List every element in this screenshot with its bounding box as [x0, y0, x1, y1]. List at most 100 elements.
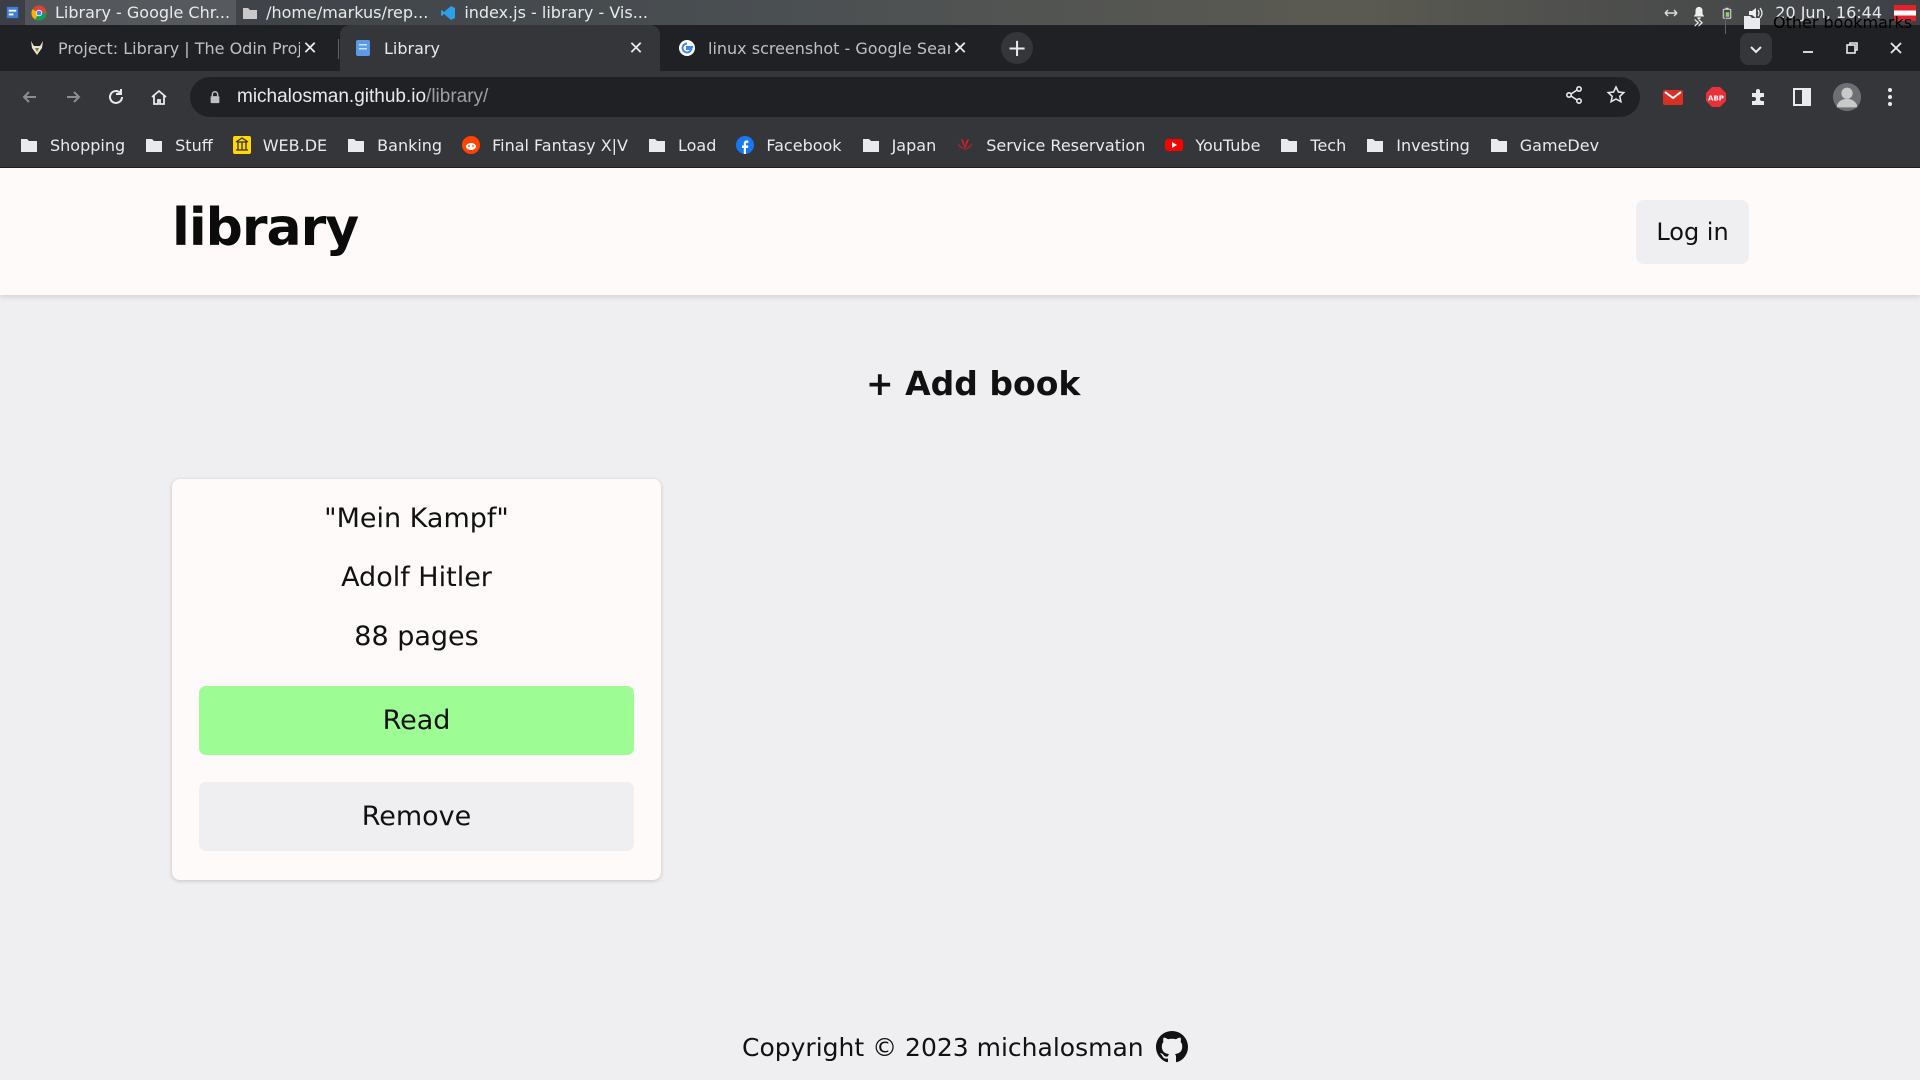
folder-icon — [145, 136, 163, 154]
bookmarks-bar: Shopping Stuff WEB.DE Banking Final Fantasy … — [0, 123, 1920, 168]
site-header: library Log in — [0, 168, 1920, 295]
bookmark-label: Banking — [377, 135, 443, 155]
book-title: "Mein Kampf" — [324, 503, 509, 534]
bookmark-load[interactable]: Load — [638, 129, 726, 161]
folder-icon — [20, 136, 38, 154]
bookmarks-divider — [1725, 12, 1726, 34]
browser-toolbar: michalosman.github.io/library/ ABP — [0, 71, 1920, 123]
chrome-menu-icon[interactable] — [1877, 84, 1903, 110]
bookmark-final-fantasy-x-v[interactable]: Final Fantasy X|V — [452, 129, 638, 161]
bookmark-label: Load — [678, 135, 717, 155]
folder-icon — [1280, 136, 1298, 154]
taskbar-task-chrome[interactable]: Library - Google Chr... — [25, 0, 237, 25]
bookmark-label: Japan — [891, 135, 937, 155]
bookmark-gamedev[interactable]: GameDev — [1480, 129, 1609, 161]
reddit-icon — [462, 136, 481, 154]
new-tab-button[interactable]: + — [1001, 32, 1033, 64]
restore-icon — [1846, 42, 1858, 54]
bookmark-label: Facebook — [766, 135, 842, 155]
remove-book-button[interactable]: Remove — [199, 782, 634, 851]
site-logo[interactable]: library — [172, 198, 359, 258]
other-bookmarks[interactable]: Other bookmarks — [1733, 6, 1920, 38]
minimize-icon — [1803, 51, 1813, 53]
back-button[interactable] — [12, 79, 48, 115]
site-footer: Copyright © 2023 michalosman — [742, 1030, 1188, 1064]
close-tab-icon[interactable]: ✕ — [300, 38, 320, 59]
copyright-text: Copyright © 2023 michalosman — [742, 1032, 1144, 1062]
share-icon[interactable] — [1564, 85, 1584, 109]
bookmark-label: Final Fantasy X|V — [492, 135, 628, 155]
app-launcher-icon[interactable] — [0, 0, 25, 25]
tab-separator — [338, 39, 339, 59]
gmail-extension-icon[interactable] — [1660, 84, 1686, 110]
folder-icon — [1366, 136, 1384, 154]
close-icon — [1890, 42, 1902, 54]
folder-icon — [347, 136, 365, 154]
bookmark-youtube[interactable]: YouTube — [1155, 129, 1270, 161]
huawei-icon — [956, 136, 974, 154]
taskbar-task-label: Library - Google Chr... — [55, 3, 231, 22]
book-card: "Mein Kampf" Adolf Hitler 88 pages Read … — [172, 479, 661, 880]
other-bookmarks-label: Other bookmarks — [1773, 12, 1913, 32]
arrow-right-icon — [67, 91, 81, 103]
tab-title: Project: Library | The Odin Proj — [58, 38, 300, 58]
address-bar[interactable]: michalosman.github.io/library/ — [190, 77, 1640, 117]
github-icon[interactable] — [1155, 1031, 1188, 1063]
bookmark-facebook[interactable]: Facebook — [726, 129, 851, 161]
bookmark-stuff[interactable]: Stuff — [135, 129, 223, 161]
tab-odin-project[interactable]: Project: Library | The Odin Proj ✕ — [14, 25, 334, 71]
lock-icon[interactable] — [207, 89, 223, 105]
add-book-button[interactable]: + Add book — [866, 364, 1080, 403]
folder-icon — [242, 5, 258, 21]
reload-button[interactable] — [98, 79, 134, 115]
close-tab-icon[interactable]: ✕ — [950, 38, 970, 59]
book-author: Adolf Hitler — [341, 562, 492, 593]
bookmark-tech[interactable]: Tech — [1270, 129, 1356, 161]
chevron-down-icon — [1750, 46, 1762, 54]
page-viewport: library Log in + Add book "Mein Kampf" A… — [0, 168, 1920, 1080]
os-taskbar: Library - Google Chr... /home/markus/rep… — [0, 0, 1920, 25]
home-button[interactable] — [141, 79, 177, 115]
forward-button[interactable] — [55, 79, 91, 115]
home-icon — [151, 89, 167, 105]
side-panel-icon[interactable] — [1789, 84, 1815, 110]
bookmark-label: YouTube — [1195, 135, 1261, 155]
taskbar-task-vscode[interactable]: index.js - library - Vis... — [434, 0, 654, 25]
bookmark-label: Investing — [1396, 135, 1470, 155]
vscode-icon — [440, 5, 456, 21]
bookmarks-overflow-button[interactable]: » — [1693, 0, 1704, 45]
bookmark-investing[interactable]: Investing — [1356, 129, 1480, 161]
close-tab-icon[interactable]: ✕ — [626, 38, 646, 59]
extensions-puzzle-icon[interactable] — [1746, 84, 1772, 110]
profile-avatar[interactable] — [1831, 81, 1863, 113]
taskbar-task-label: index.js - library - Vis... — [464, 3, 648, 22]
bookmark-banking[interactable]: Banking — [337, 129, 452, 161]
bookmark-japan[interactable]: Japan — [852, 129, 947, 161]
tab-google-search[interactable]: linux screenshot - Google Searc ✕ — [664, 25, 984, 71]
svg-text:ABP: ABP — [1708, 95, 1724, 103]
bookmark-web-de[interactable]: WEB.DE — [223, 129, 337, 161]
read-toggle-button[interactable]: Read — [199, 686, 634, 755]
url-text[interactable]: michalosman.github.io/library/ — [237, 86, 488, 108]
arrow-left-icon — [22, 91, 36, 103]
url-path: /library/ — [426, 86, 489, 107]
bookmark-shopping[interactable]: Shopping — [10, 129, 135, 161]
taskbar-task-label: /home/markus/rep... — [266, 3, 429, 22]
tab-title: Library — [384, 38, 440, 58]
tab-library[interactable]: Library ✕ — [340, 25, 660, 71]
bookmark-service-reservation[interactable]: Service Reservation — [946, 129, 1155, 161]
reload-icon — [109, 89, 123, 104]
network-icon[interactable] — [1663, 5, 1679, 21]
odin-icon — [28, 39, 46, 57]
login-button[interactable]: Log in — [1636, 200, 1749, 264]
bookmark-label: Service Reservation — [986, 135, 1146, 155]
document-icon — [354, 39, 372, 57]
star-icon[interactable] — [1606, 85, 1626, 109]
webde-icon — [232, 136, 251, 154]
folder-icon — [1490, 136, 1508, 154]
taskbar-task-files[interactable]: /home/markus/rep... — [236, 0, 434, 25]
bookmark-label: Shopping — [50, 135, 126, 155]
plus-icon: + — [1006, 34, 1028, 62]
tab-title: linux screenshot - Google Searc — [708, 38, 950, 58]
adblock-plus-icon[interactable]: ABP — [1703, 84, 1729, 110]
